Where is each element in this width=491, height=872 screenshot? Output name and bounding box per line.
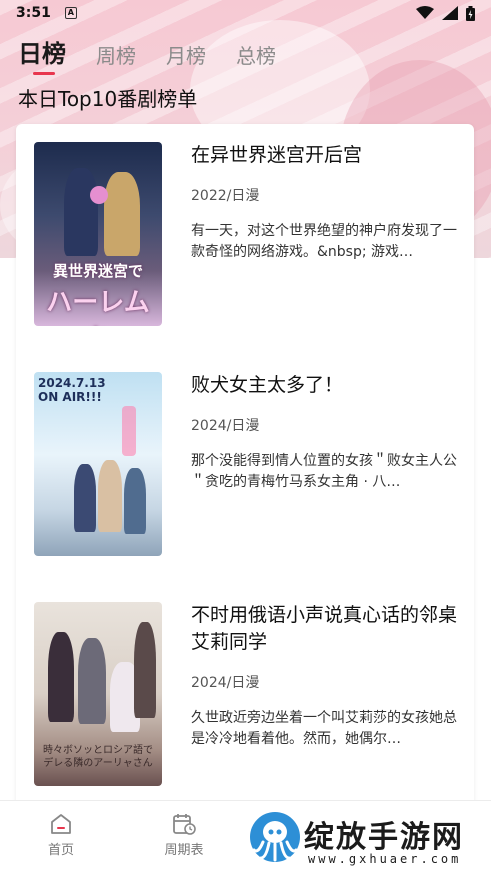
status-bar: 3:51 A <box>0 0 491 26</box>
notification-a-icon: A <box>64 7 77 19</box>
status-time: 3:51 <box>16 5 51 21</box>
nav-home-label: 首页 <box>47 843 74 858</box>
anime-description: 久世政近旁边坐着一个叫艾莉莎的女孩她总是冷冷地看着他。然而，她偶尔… <box>191 710 457 747</box>
anime-description: 那个没能得到情人位置的女孩＂败女主人公＂贪吃的青梅竹马系女主角 · 八… <box>191 453 457 490</box>
anime-title: 在异世界迷宫开后宫 <box>191 144 363 166</box>
home-icon <box>51 814 71 834</box>
battery-icon <box>466 5 475 21</box>
list-item[interactable]: 異世界迷宮で ハーレムを 在异世界迷宫开后宫 2022/日漫 有一天，对这个世界… <box>34 142 464 326</box>
anime-cover-image: 時々ボソッとロシア語で デレる隣のアーリャさん <box>34 602 162 786</box>
anime-year-genre: 2024/日漫 <box>191 418 260 434</box>
octopus-logo-icon <box>250 812 300 862</box>
tab-weekly[interactable]: 周榜 <box>96 40 136 69</box>
nav-schedule-label: 周期表 <box>164 843 204 858</box>
page-title: 本日Top10番剧榜单 <box>18 87 198 111</box>
signal-icon <box>442 6 458 20</box>
tab-daily[interactable]: 日榜 <box>18 34 66 69</box>
site-watermark: 绽放手游网 www.gxhuaer.com <box>244 806 491 872</box>
anime-year-genre: 2022/日漫 <box>191 188 260 204</box>
list-item[interactable]: 時々ボソッとロシア語で デレる隣のアーリャさん 不时用俄语小声说真心话的邻桌艾莉… <box>34 602 464 786</box>
ranking-tabs: 日榜 周榜 月榜 总榜 <box>18 34 276 69</box>
cover-title-text: 時々ボソッとロシア語で <box>43 745 153 756</box>
wifi-icon <box>416 6 434 19</box>
cover-subtitle-text: デレる隣のアーリャさん <box>43 758 153 769</box>
anime-title: 不时用俄语小声说真心话的邻桌艾莉同学 <box>191 604 458 653</box>
tab-all-time[interactable]: 总榜 <box>236 40 276 69</box>
nav-schedule[interactable]: 周期表 <box>154 813 214 858</box>
anime-cover-image: 2024.7.13 ON AIR!!! <box>34 372 162 556</box>
anime-title: 败犬女主太多了！ <box>191 374 344 396</box>
anime-year-genre: 2024/日漫 <box>191 675 260 691</box>
active-tab-indicator <box>33 72 55 75</box>
cover-title-text: 異世界迷宮で <box>52 262 143 280</box>
watermark-url: www.gxhuaer.com <box>308 852 462 866</box>
calendar-clock-icon <box>173 814 196 835</box>
cover-subtitle-text: ハーレムを <box>46 288 150 326</box>
list-item[interactable]: 2024.7.13 ON AIR!!! 败犬女主太多了！ 2024/日漫 那个没… <box>34 372 464 556</box>
watermark-title: 绽放手游网 <box>304 820 464 855</box>
ranking-list-card: 異世界迷宮で ハーレムを 在异世界迷宫开后宫 2022/日漫 有一天，对这个世界… <box>16 124 474 814</box>
tab-monthly[interactable]: 月榜 <box>166 40 206 69</box>
nav-home[interactable]: 首页 <box>31 813 91 858</box>
anime-description: 有一天，对这个世界绝望的神户府发现了一款奇怪的网络游戏。&nbsp; 游戏… <box>191 223 457 260</box>
status-icons <box>416 5 475 21</box>
cover-date-text: 2024.7.13 <box>38 376 106 390</box>
cover-onair-text: ON AIR!!! <box>38 390 102 404</box>
anime-cover-image: 異世界迷宮で ハーレムを <box>34 142 162 326</box>
